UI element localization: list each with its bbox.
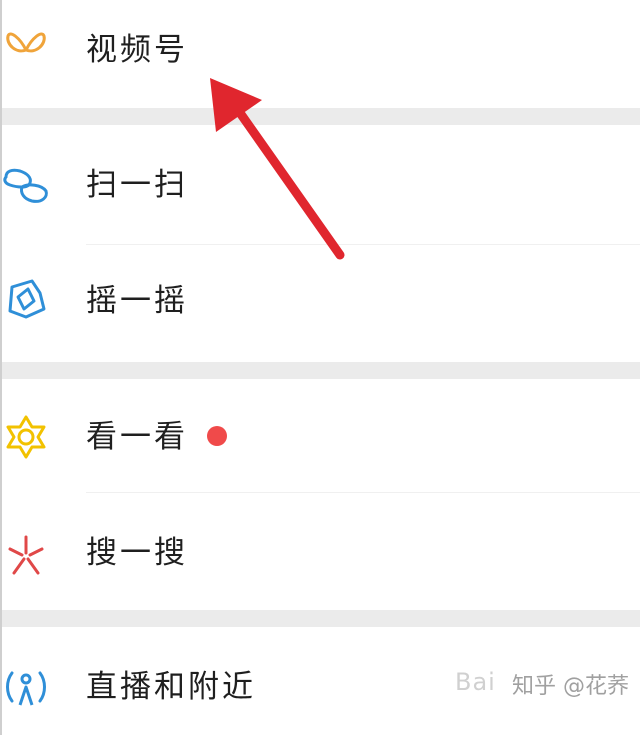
baidu-watermark: Bai [455,668,496,696]
butterfly-icon [6,32,46,53]
screen-left-edge [0,0,2,735]
discover-screen: 视频号 扫一扫 摇一摇 看一看 搜一搜 直播和附近 Bai 知乎 @花荞 [0,0,640,735]
menu-item-shake[interactable]: 摇一摇 [0,245,640,362]
menu-label-scan: 扫一扫 [86,167,188,203]
scan-icon [3,168,48,203]
menu-item-scan[interactable]: 扫一扫 [0,125,640,244]
live-nearby-icon [6,671,46,706]
section-separator [0,610,640,627]
top-stories-icon [6,415,46,459]
menu-item-channels[interactable]: 视频号 [0,0,640,108]
menu-item-search[interactable]: 搜一搜 [0,493,640,610]
section-separator [0,362,640,379]
menu-label-search: 搜一搜 [86,535,188,571]
notification-dot [207,426,227,446]
menu-label-shake: 摇一摇 [86,283,188,319]
shake-icon [8,279,46,319]
menu-label-top-stories: 看一看 [86,419,188,455]
menu-label-channels: 视频号 [86,32,188,68]
menu-item-top-stories[interactable]: 看一看 [0,379,640,492]
menu-label-live-nearby: 直播和附近 [86,669,256,705]
zhihu-watermark: 知乎 @花荞 [512,674,629,699]
section-separator [0,108,640,125]
search-star-icon [8,535,44,575]
